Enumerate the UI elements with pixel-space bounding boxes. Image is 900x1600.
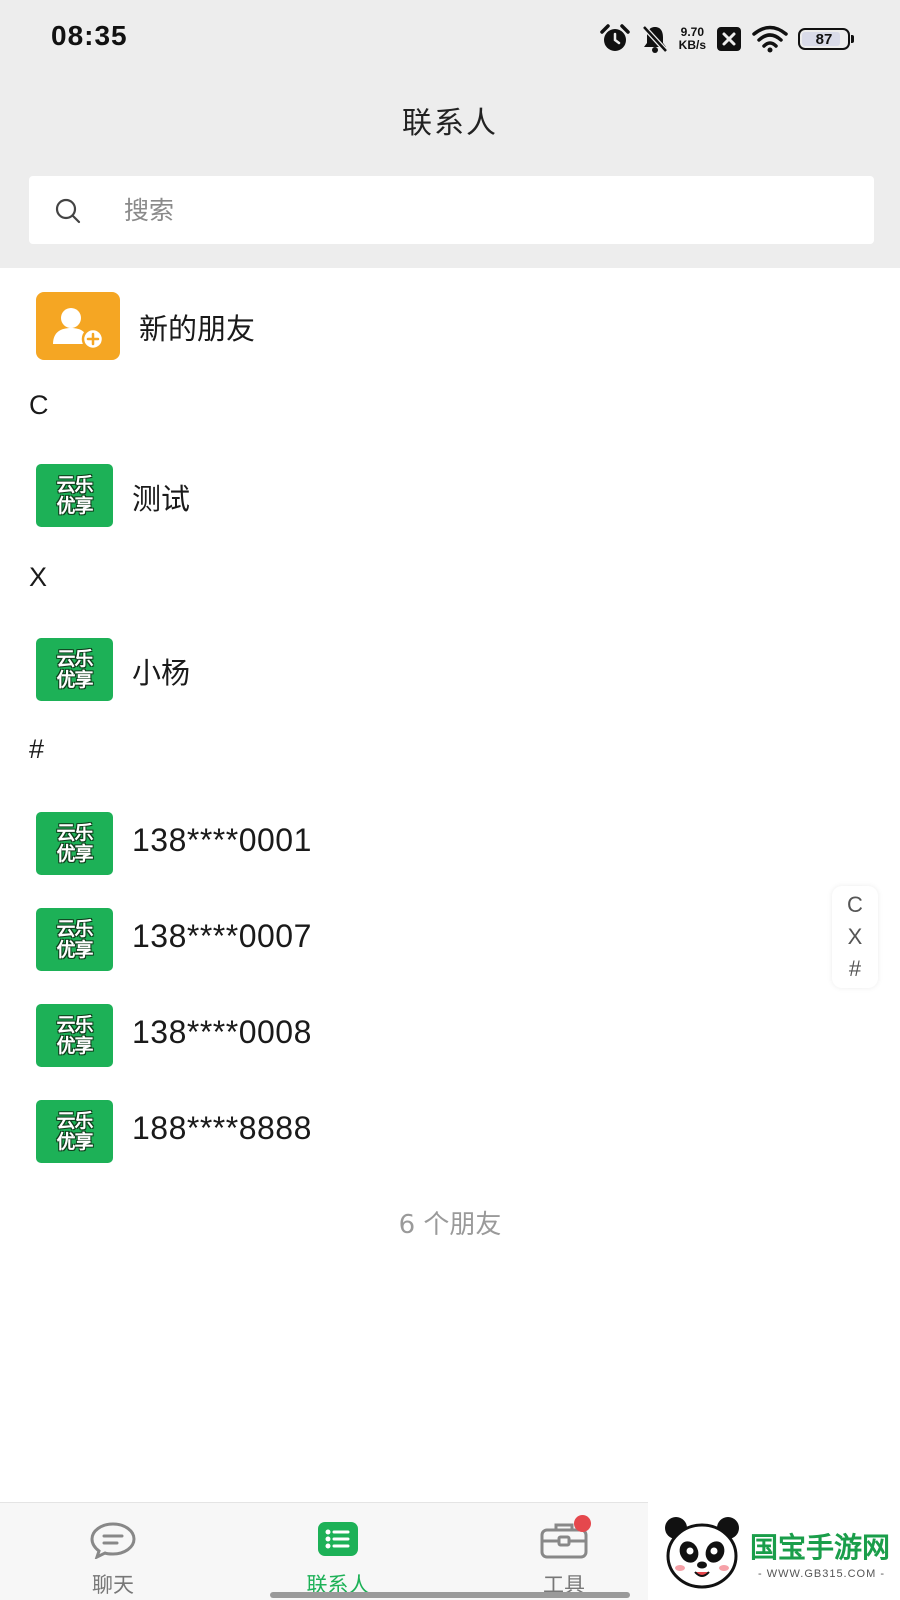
search-bar[interactable] [29,176,874,244]
top-header-area: 08:35 9.70 KB/s 87 联系人 搜索 [0,0,900,268]
avatar-logo-line2: 优享 [56,1034,93,1057]
battery-level: 87 [815,30,833,48]
contact-name: 小杨 [132,656,191,690]
index-letter-x[interactable]: X [848,921,863,953]
battery-indicator: 87 [798,28,854,50]
home-indicator[interactable] [270,1592,630,1598]
contact-avatar: 云乐 优享 [36,1004,113,1067]
contact-row[interactable]: 云乐 优享 138****0001 [0,796,900,890]
avatar-logo-line2: 优享 [56,938,93,961]
alphabet-index[interactable]: C X # [832,886,878,988]
no-sim-icon [716,26,742,52]
section-header-x: X [29,562,48,592]
contact-name: 测试 [132,482,191,516]
contact-row[interactable]: 云乐 优享 138****0007 [0,892,900,986]
tab-contacts[interactable]: 联系人 [258,1503,418,1600]
status-icons: 9.70 KB/s 87 [599,22,854,56]
contact-name: 138****0007 [132,918,312,954]
avatar-logo-line2: 优享 [56,668,93,691]
new-friends-label: 新的朋友 [139,312,256,346]
index-letter-hash[interactable]: # [849,953,861,985]
contact-row[interactable]: 云乐 优享 小杨 [0,622,900,716]
wifi-icon [752,25,788,53]
page-title: 联系人 [402,106,498,141]
contact-avatar: 云乐 优享 [36,908,113,971]
notification-badge [574,1515,591,1532]
contact-list-icon [317,1521,359,1563]
contact-name: 188****8888 [132,1110,312,1146]
search-input[interactable] [124,176,824,244]
contact-name: 138****0001 [132,822,312,858]
chat-bubble-icon [89,1521,137,1563]
contact-avatar: 云乐 优享 [36,1100,113,1163]
tab-tools[interactable]: 工具 [484,1503,644,1600]
avatar-logo-line2: 优享 [56,494,93,517]
mute-bell-icon [641,24,669,54]
panda-logo-icon [662,1514,742,1596]
index-letter-c[interactable]: C [847,889,863,921]
new-friend-icon [36,292,120,360]
section-header-hash: # [29,734,45,764]
status-bar: 08:35 9.70 KB/s 87 [0,0,900,78]
contact-row[interactable]: 云乐 优享 测试 [0,448,900,542]
new-friends-row[interactable]: 新的朋友 [0,268,900,374]
avatar-logo-line1: 云乐 [56,1013,93,1036]
watermark-text: 国宝手游网 [750,1531,891,1564]
avatar-logo-line1: 云乐 [56,647,93,670]
watermark: 国宝手游网 - WWW.GB315.COM - [648,1502,900,1600]
section-header-c: C [29,390,49,420]
tab-chat[interactable]: 聊天 [33,1503,193,1600]
avatar-logo-line1: 云乐 [56,1109,93,1132]
contact-avatar: 云乐 优享 [36,464,113,527]
status-time: 08:35 [51,20,128,51]
network-speed: 9.70 KB/s [679,26,706,52]
contact-row[interactable]: 云乐 优享 138****0008 [0,988,900,1082]
avatar-logo-line2: 优享 [56,842,93,865]
tab-label-chat: 聊天 [92,1573,134,1597]
search-icon [54,197,82,229]
friend-count: 6 个朋友 [398,1210,502,1240]
contact-avatar: 云乐 优享 [36,638,113,701]
watermark-url: - WWW.GB315.COM - [758,1568,885,1580]
avatar-logo-line1: 云乐 [56,473,93,496]
contact-avatar: 云乐 优享 [36,812,113,875]
avatar-logo-line1: 云乐 [56,821,93,844]
contact-row[interactable]: 云乐 优享 188****8888 [0,1084,900,1178]
avatar-logo-line2: 优享 [56,1130,93,1153]
alarm-icon [599,24,631,54]
contact-name: 138****0008 [132,1014,312,1050]
avatar-logo-line1: 云乐 [56,917,93,940]
net-speed-unit: KB/s [678,38,706,52]
